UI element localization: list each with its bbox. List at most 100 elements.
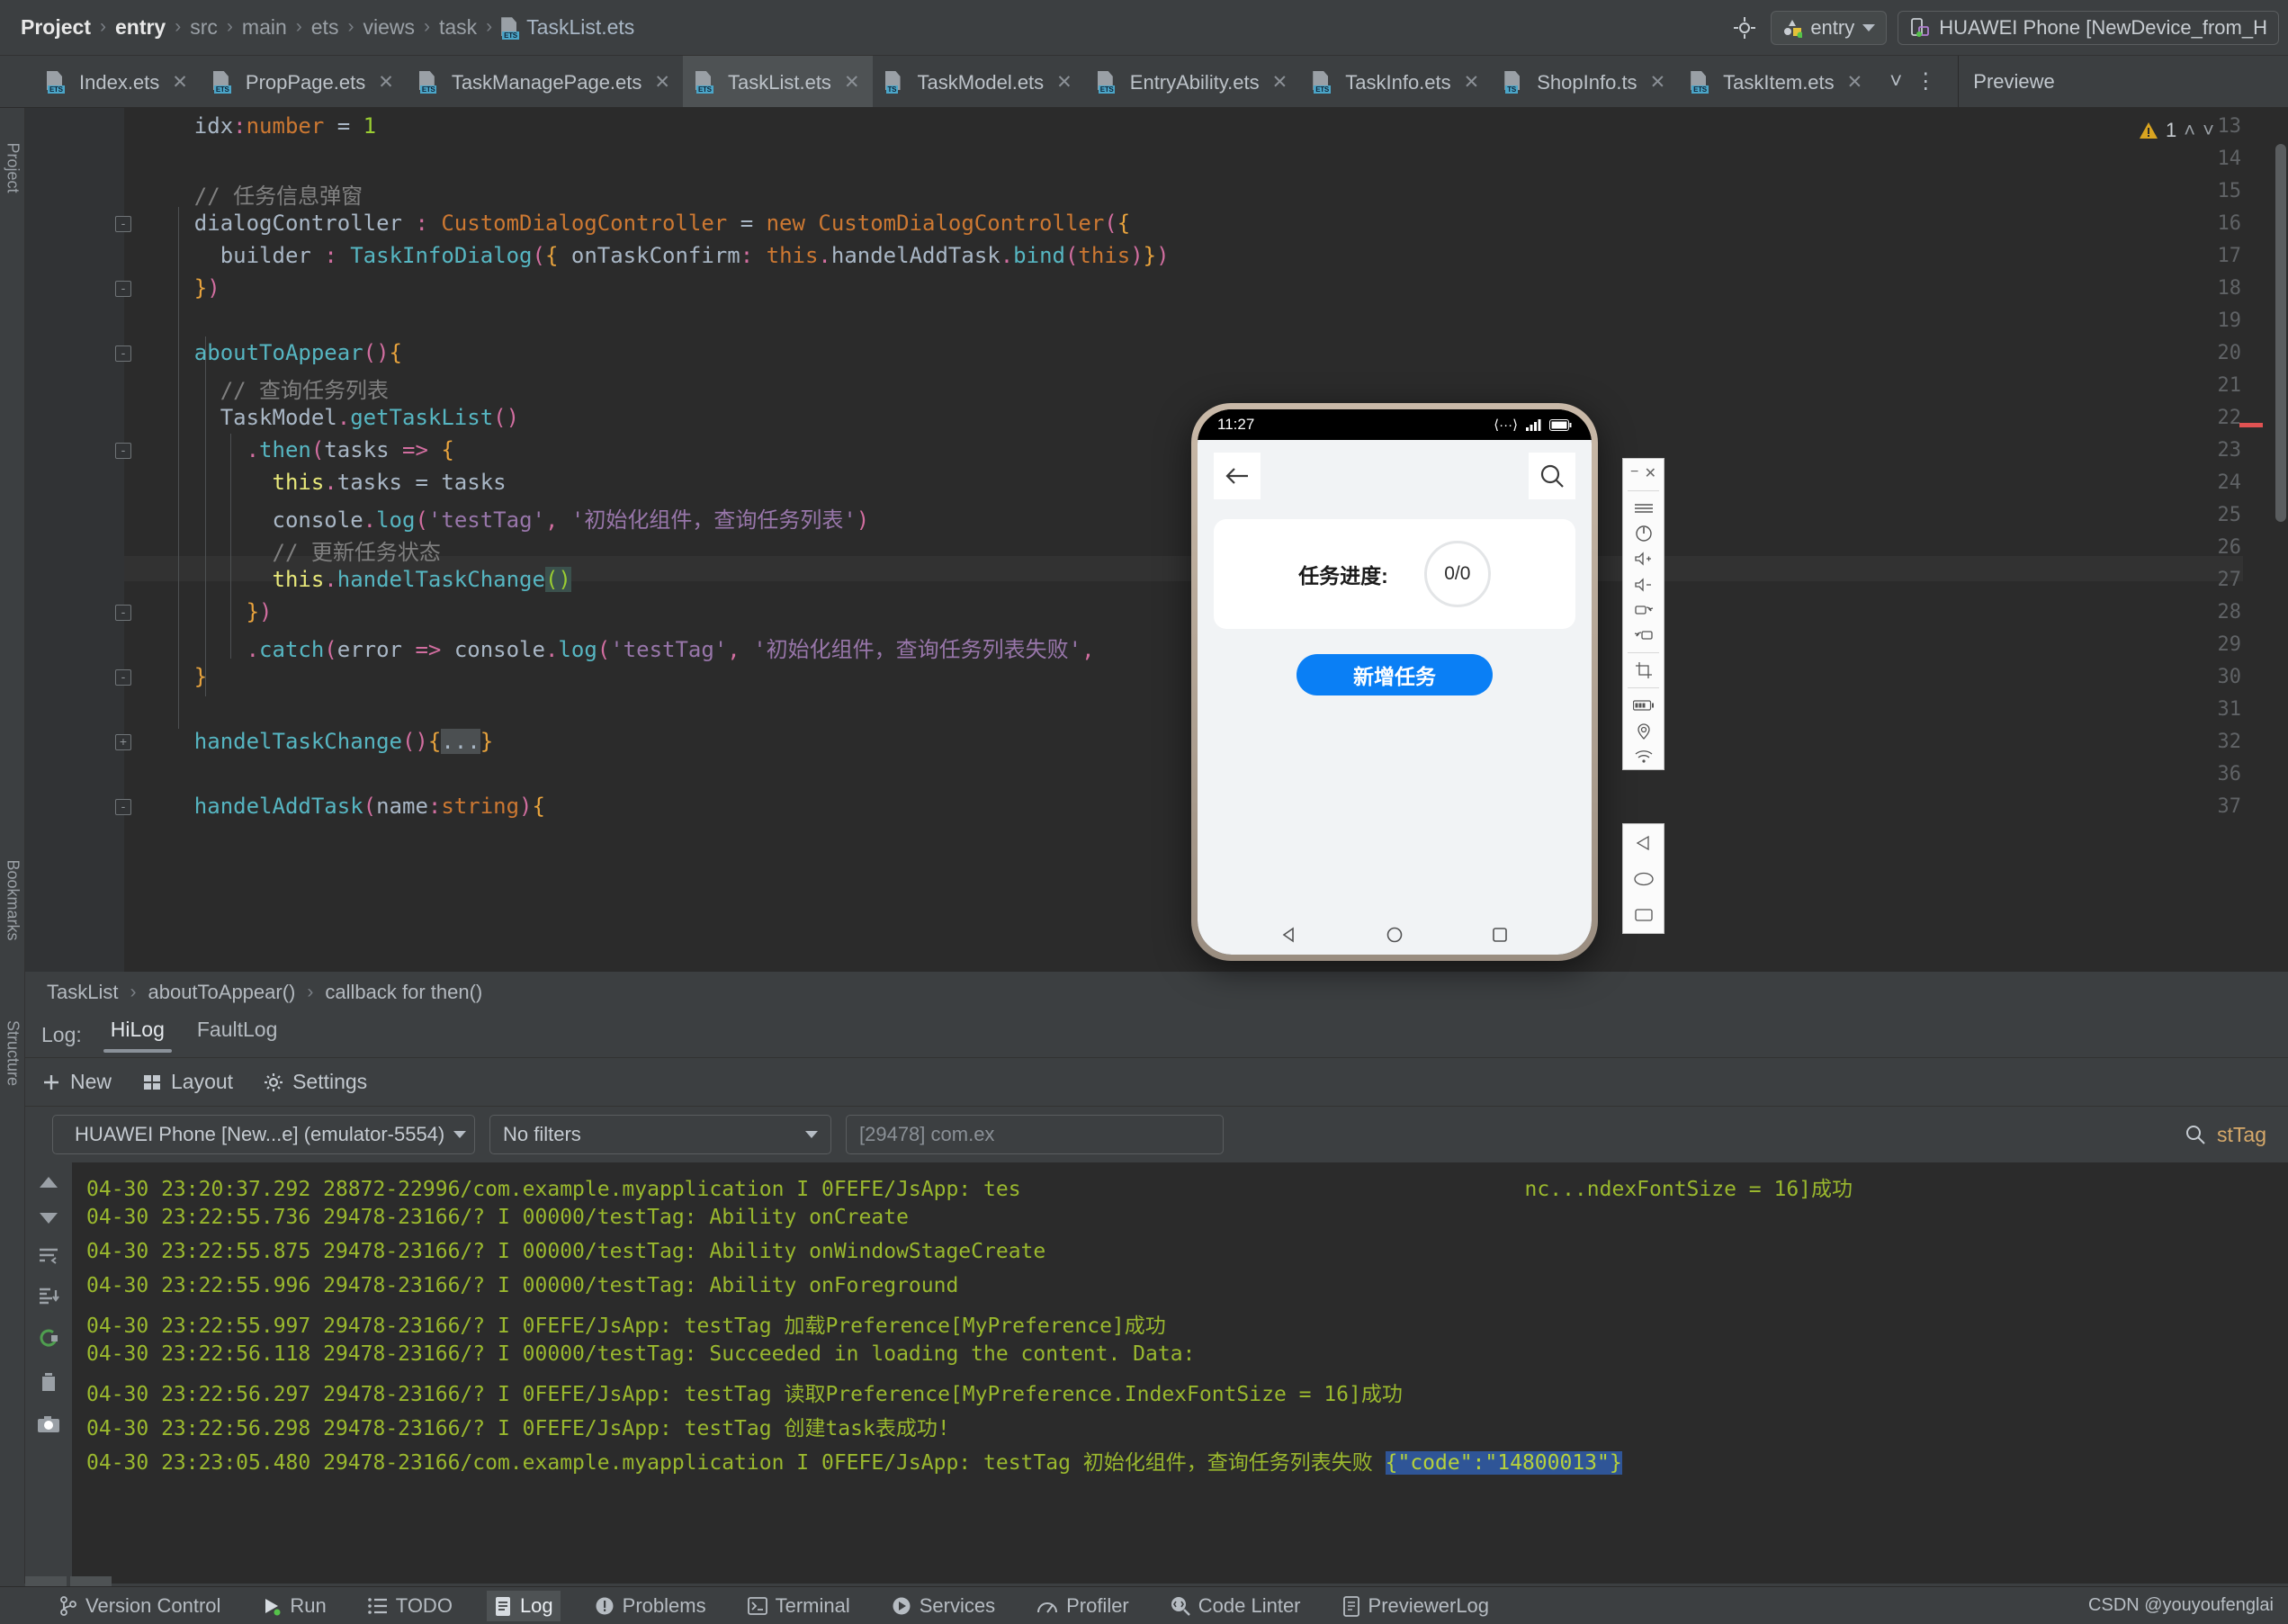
log-line[interactable]: 04-30 23:22:55.996 29478-23166/? I 00000… bbox=[86, 1274, 958, 1297]
run-configuration-selector[interactable]: entry bbox=[1771, 10, 1888, 45]
log-line[interactable]: 04-30 23:22:56.118 29478-23166/? I 00000… bbox=[86, 1342, 1195, 1366]
tab-faultlog[interactable]: FaultLog bbox=[193, 1018, 282, 1053]
tab-taskitem-ets[interactable]: ETS TaskItem.ets ✕ bbox=[1678, 56, 1875, 107]
chevron-down-icon[interactable] bbox=[453, 1131, 467, 1138]
code-line[interactable]: console.log('testTag', '初始化组件，查询任务列表') bbox=[142, 502, 870, 534]
tab-taskmanagepage-ets[interactable]: ETS TaskManagePage.ets ✕ bbox=[407, 56, 683, 107]
power-icon[interactable] bbox=[1635, 521, 1653, 546]
restart-icon[interactable] bbox=[37, 1326, 60, 1350]
status-terminal-button[interactable]: Terminal bbox=[740, 1591, 857, 1621]
close-icon[interactable]: ✕ bbox=[1847, 71, 1863, 94]
log-line[interactable]: 04-30 23:22:55.736 29478-23166/? I 00000… bbox=[86, 1206, 909, 1229]
log-line[interactable]: 04-30 23:22:55.875 29478-23166/? I 00000… bbox=[86, 1240, 1045, 1263]
log-output[interactable]: 04-30 23:20:37.292 28872-22996/com.examp… bbox=[25, 1162, 2288, 1584]
code-line[interactable]: idx:number = 1 bbox=[142, 113, 376, 139]
status-todo-button[interactable]: TODO bbox=[361, 1591, 460, 1621]
triangle-back-icon[interactable] bbox=[1634, 835, 1654, 851]
square-recents-icon[interactable] bbox=[1491, 926, 1509, 944]
warning-indicator[interactable]: 1 ˄ ˅ bbox=[2139, 119, 2214, 142]
status-log-button[interactable]: Log bbox=[486, 1590, 561, 1621]
code-line[interactable]: // 更新任务状态 bbox=[142, 534, 441, 566]
menu-icon[interactable] bbox=[1634, 496, 1654, 521]
device-selector[interactable]: HUAWEI Phone [NewDevice_from_H bbox=[1898, 10, 2279, 45]
tab-hilog[interactable]: HiLog bbox=[103, 1018, 172, 1053]
tab-shopinfo-ts[interactable]: TS ShopInfo.ts ✕ bbox=[1492, 56, 1678, 107]
code-editor[interactable]: 13 14 15 16-17 18-19 20-21 22 23-24 25 26 27 28-29 3… bbox=[25, 108, 2288, 972]
structure-crumb[interactable]: TaskList bbox=[41, 981, 123, 1004]
sidebar-item-structure[interactable]: Structure bbox=[3, 1020, 22, 1086]
fold-toggle[interactable]: - bbox=[115, 216, 131, 232]
filter-dropdown[interactable]: No filters bbox=[489, 1115, 831, 1154]
breadcrumb-item[interactable]: task bbox=[435, 15, 481, 40]
chevron-down-icon[interactable]: ˅ bbox=[2203, 119, 2214, 142]
settings-button[interactable]: Settings bbox=[264, 1070, 367, 1094]
close-icon[interactable]: ✕ bbox=[1464, 71, 1480, 94]
process-filter-input[interactable]: [29478] com.ex bbox=[846, 1115, 1224, 1154]
rotate-right-icon[interactable] bbox=[1634, 597, 1654, 623]
code-line[interactable]: TaskModel.getTaskList() bbox=[142, 405, 519, 430]
chevron-down-icon[interactable] bbox=[1862, 23, 1876, 31]
editor-scrollbar[interactable] bbox=[2275, 144, 2286, 522]
chevron-down-icon[interactable] bbox=[805, 1131, 818, 1138]
rotate-left-icon[interactable] bbox=[1634, 623, 1654, 648]
fold-toggle[interactable]: - bbox=[115, 443, 131, 459]
add-task-button[interactable]: 新增任务 bbox=[1297, 654, 1493, 695]
status-problems-button[interactable]: Problems bbox=[588, 1591, 713, 1621]
square-recents-icon[interactable] bbox=[1633, 908, 1655, 922]
close-icon[interactable]: ✕ bbox=[172, 71, 188, 94]
sidebar-item-project[interactable]: Project bbox=[3, 142, 22, 193]
code-line[interactable]: // 查询任务列表 bbox=[142, 372, 389, 404]
arrow-up-icon[interactable] bbox=[38, 1175, 59, 1189]
fold-toggle[interactable]: - bbox=[115, 605, 131, 621]
trash-icon[interactable] bbox=[39, 1371, 58, 1393]
fold-toggle[interactable]: - bbox=[115, 799, 131, 815]
screenshot-icon[interactable] bbox=[37, 1414, 60, 1434]
fold-toggle[interactable]: + bbox=[115, 734, 131, 750]
location-icon[interactable] bbox=[1635, 718, 1653, 743]
log-line[interactable]: 04-30 23:22:55.997 29478-23166/? I 0FEFE… bbox=[86, 1308, 1166, 1339]
breadcrumb-item[interactable]: ets bbox=[307, 15, 344, 40]
device-filter-dropdown[interactable]: HUAWEI Phone [New...e] (emulator-5554) bbox=[52, 1115, 475, 1154]
target-icon[interactable] bbox=[1729, 13, 1760, 43]
crop-icon[interactable] bbox=[1635, 658, 1653, 683]
code-line[interactable]: dialogController : CustomDialogControlle… bbox=[142, 211, 1130, 236]
code-line[interactable]: this.tasks = tasks bbox=[142, 470, 507, 495]
back-button[interactable] bbox=[1214, 453, 1261, 499]
code-line[interactable]: builder : TaskInfoDialog({ onTaskConfirm… bbox=[142, 243, 1170, 268]
breadcrumb-item[interactable]: views bbox=[358, 15, 419, 40]
log-line[interactable]: 04-30 23:22:56.298 29478-23166/? I 0FEFE… bbox=[86, 1411, 950, 1441]
code-line[interactable]: }) bbox=[142, 599, 273, 624]
status-profiler-button[interactable]: Profiler bbox=[1029, 1591, 1136, 1621]
code-line[interactable]: .then(tasks => { bbox=[142, 437, 454, 462]
breadcrumb-item[interactable]: main bbox=[238, 15, 292, 40]
breadcrumb-item[interactable]: Project bbox=[16, 15, 95, 40]
fold-toggle[interactable]: - bbox=[115, 345, 131, 362]
code-line[interactable]: // 任务信息弹窗 bbox=[142, 178, 363, 210]
code-line[interactable]: }) bbox=[142, 275, 220, 301]
search-icon[interactable] bbox=[2185, 1124, 2206, 1145]
log-line[interactable]: 04-30 23:20:37.292 28872-22996/com.examp… bbox=[86, 1171, 1853, 1202]
fold-toggle[interactable]: - bbox=[115, 669, 131, 686]
tab-entryability-ets[interactable]: ETS EntryAbility.ets ✕ bbox=[1085, 56, 1300, 107]
code-line[interactable]: handelTaskChange(){...} bbox=[142, 729, 493, 754]
phone-screen[interactable]: 任务进度: 0/0 新增任务 bbox=[1198, 440, 1592, 915]
new-log-button[interactable]: New bbox=[41, 1070, 112, 1094]
structure-crumb[interactable]: callback for then() bbox=[319, 981, 488, 1004]
volume-up-icon[interactable] bbox=[1634, 546, 1654, 571]
structure-crumb[interactable]: aboutToAppear() bbox=[142, 981, 301, 1004]
status-previewerlog-button[interactable]: PreviewerLog bbox=[1335, 1591, 1497, 1621]
close-icon[interactable]: ✕ bbox=[844, 71, 860, 94]
chevron-down-icon[interactable]: ˅ bbox=[1889, 69, 1902, 94]
tab-tasklist-ets[interactable]: ETS TaskList.ets ✕ bbox=[683, 56, 873, 107]
wifi-icon[interactable] bbox=[1634, 744, 1654, 769]
fold-toggle[interactable]: - bbox=[115, 281, 131, 297]
status-run-button[interactable]: Run bbox=[255, 1591, 333, 1621]
status-version-control-button[interactable]: Version Control bbox=[52, 1591, 228, 1621]
close-icon[interactable]: ✕ bbox=[1056, 71, 1072, 94]
close-icon[interactable]: ✕ bbox=[1645, 464, 1656, 482]
code-line[interactable]: .catch(error => console.log('testTag', '… bbox=[142, 632, 1095, 663]
close-icon[interactable]: ✕ bbox=[1272, 71, 1288, 94]
tab-proppage-ets[interactable]: ETS PropPage.ets ✕ bbox=[201, 56, 407, 107]
breadcrumb-item[interactable]: entry bbox=[111, 15, 170, 40]
close-icon[interactable]: ✕ bbox=[378, 71, 394, 94]
